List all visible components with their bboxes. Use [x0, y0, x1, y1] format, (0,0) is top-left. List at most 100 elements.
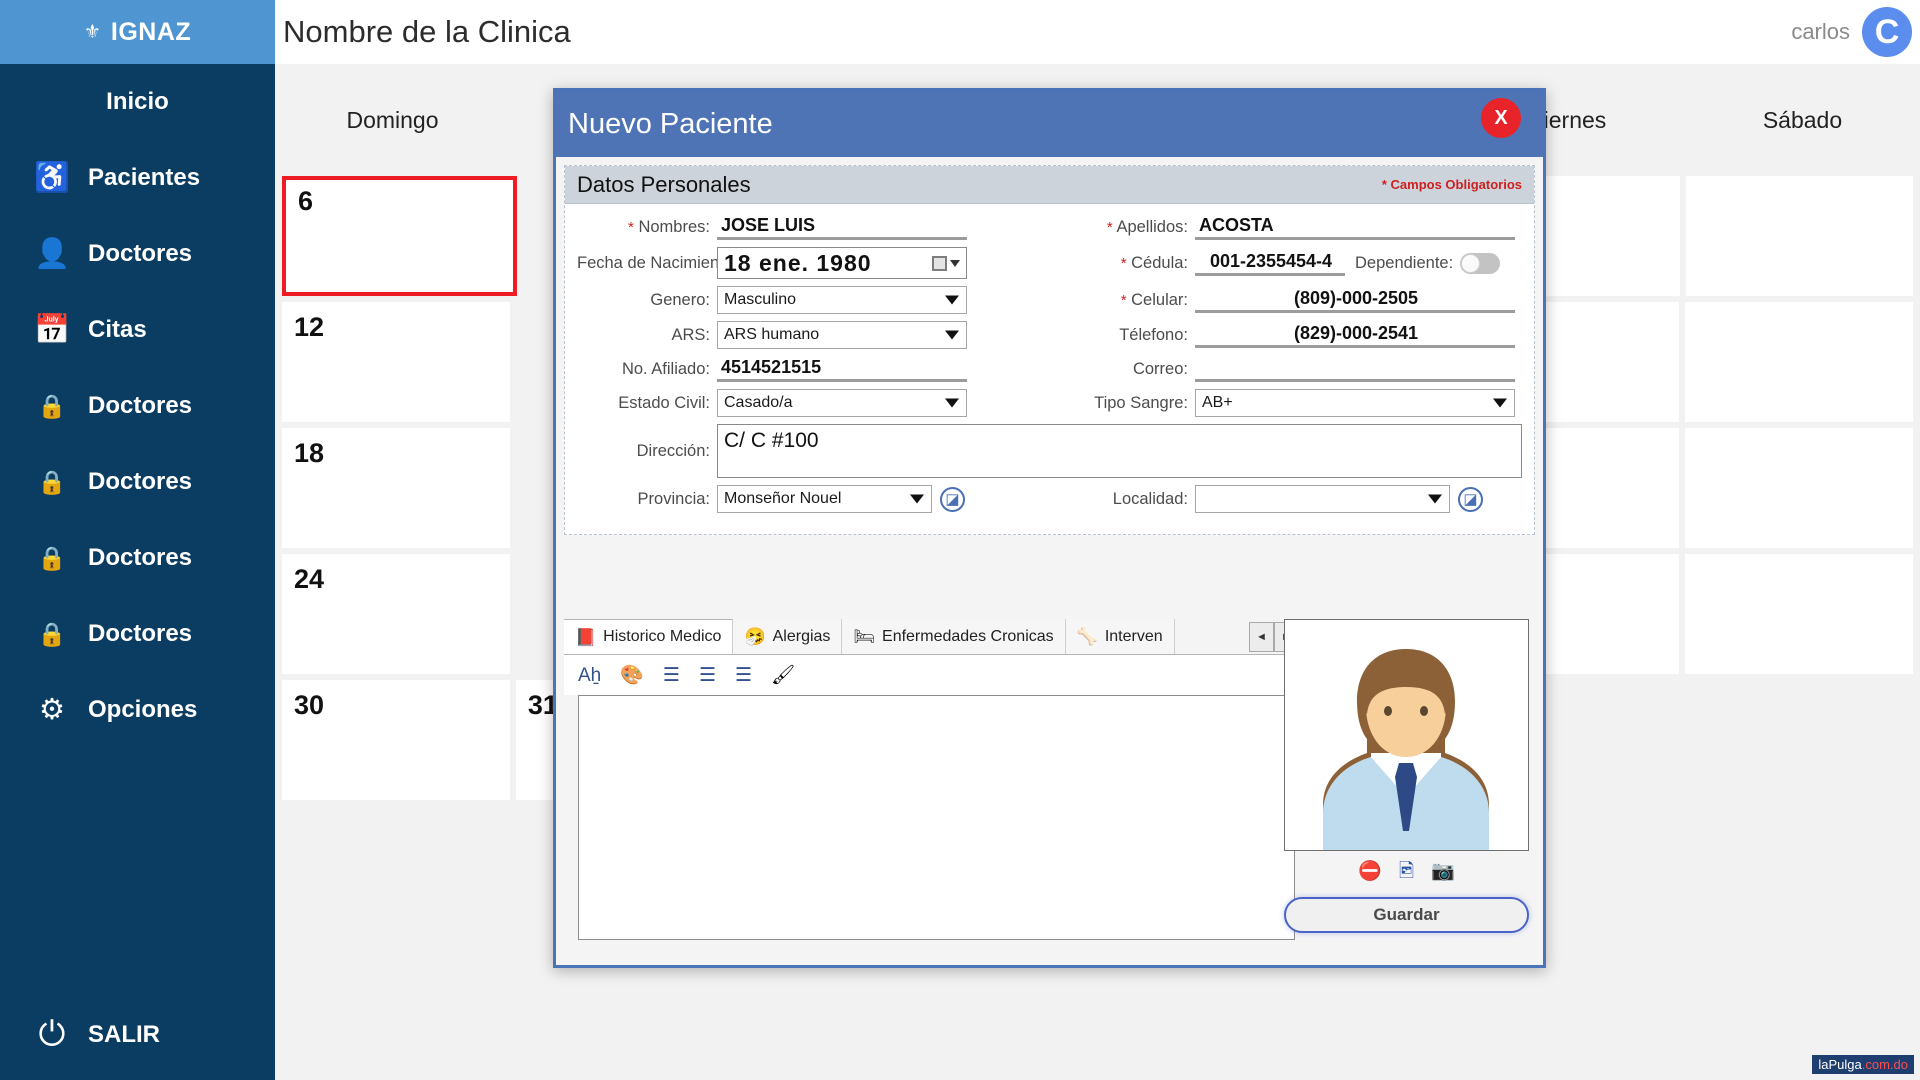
sidebar-item-citas[interactable]: 📅 Citas — [0, 292, 275, 368]
required-star-icon: * — [1120, 254, 1127, 272]
tab-intervenciones[interactable]: 🦴 Interven — [1065, 619, 1175, 654]
provincia-edit-icon[interactable]: ◪ — [940, 486, 965, 512]
chevron-down-icon — [945, 295, 959, 305]
dna-bone-icon: 🦴 — [1076, 627, 1098, 646]
user-menu[interactable]: carlos C — [1791, 7, 1920, 57]
form-grid: * Nombres: * Apellidos: Fecha de Nacimie… — [565, 204, 1534, 534]
lock-icon: 🔒 — [37, 620, 67, 647]
top-header: Nombre de la Clinica carlos C — [275, 0, 1920, 64]
avatar: C — [1862, 7, 1912, 57]
cedula-label: * Cédula: — [1120, 253, 1188, 272]
watermark-domain: .com.do — [1861, 1057, 1908, 1072]
watermark: laPulga.com.do — [1812, 1055, 1914, 1074]
logout-button[interactable]: ⏻ SALIR — [0, 1015, 160, 1054]
correo-input[interactable] — [1195, 356, 1515, 382]
toggle-knob — [1461, 253, 1481, 273]
tab-label: Interven — [1104, 627, 1163, 645]
genero-value: Masculino — [724, 291, 797, 308]
estado-civil-value: Casado/a — [724, 394, 793, 411]
align-center-icon[interactable]: ☰ — [699, 666, 716, 685]
apellidos-input[interactable] — [1195, 214, 1515, 240]
calendar-day-cell[interactable]: 6 — [282, 176, 517, 296]
telefono-input[interactable] — [1195, 322, 1515, 348]
form-row-afiliado-correo: No. Afiliado: Correo: — [577, 356, 1522, 382]
editor-toolbar: Aẖ 🎨 ☰ ☰ ☰ 🖌 — [564, 655, 1299, 695]
calendar-day-cell[interactable]: 30 — [282, 680, 510, 800]
calendar-day-cell[interactable] — [1685, 302, 1914, 422]
sidebar-item-inicio[interactable]: Inicio — [0, 64, 275, 140]
calendar-day-cell[interactable]: 12 — [282, 302, 510, 422]
sidebar-item-label: Doctores — [88, 392, 193, 419]
highlighter-icon[interactable]: 🖌 — [771, 666, 795, 685]
save-button[interactable]: Guardar — [1284, 897, 1529, 933]
dependiente-toggle[interactable] — [1460, 252, 1501, 274]
localidad-edit-icon[interactable]: ◪ — [1458, 486, 1483, 512]
nombres-label: * Nombres: — [628, 217, 710, 236]
fecha-nacimiento-label: Fecha de Nacimiento: — [577, 253, 738, 272]
form-row-ars-telefono: ARS: ARS humano Télefono: — [577, 321, 1522, 349]
patient-photo-frame[interactable] — [1284, 619, 1529, 851]
tab-prev-button[interactable]: ◄ — [1249, 621, 1274, 652]
estado-civil-label: Estado Civil: — [618, 393, 710, 412]
lock-icon: 🔒 — [37, 392, 67, 419]
ars-select[interactable]: ARS humano — [717, 321, 967, 349]
sidebar-item-doctores-locked-2[interactable]: 🔒 Doctores — [0, 444, 275, 520]
sidebar-item-doctores-locked-3[interactable]: 🔒 Doctores — [0, 520, 275, 596]
required-star-icon: * — [628, 218, 634, 236]
calendar-day-cell[interactable]: 24 — [282, 554, 510, 674]
app-brand: ⚜ IGNAZ — [0, 0, 275, 64]
dialog-title: Nuevo Paciente — [568, 107, 773, 140]
nombres-input[interactable] — [717, 214, 967, 240]
fecha-nacimiento-value: 18 ene. 1980 — [724, 249, 872, 276]
camera-icon[interactable]: 📷 — [1431, 862, 1455, 881]
align-right-icon[interactable]: ☰ — [735, 666, 752, 685]
genero-select[interactable]: Masculino — [717, 286, 967, 314]
tab-historico-medico[interactable]: 📕 Historico Medico — [564, 619, 734, 654]
telefono-label: Télefono: — [1119, 325, 1188, 344]
localidad-select[interactable] — [1195, 485, 1450, 513]
medical-tabs-panel: 📕 Historico Medico 🤧 Alergias 🛏 Enfermed… — [564, 619, 1299, 949]
form-row-provincia-localidad: Provincia: Monseñor Nouel ◪ Localidad: ◪ — [577, 485, 1522, 513]
sidebar-item-opciones[interactable]: ⚙ Opciones — [0, 672, 275, 748]
direccion-textarea[interactable]: C/ C #100 — [717, 424, 1522, 478]
group-title: Datos Personales — [577, 171, 751, 197]
sidebar-item-label: Doctores — [88, 468, 193, 495]
tab-strip: 📕 Historico Medico 🤧 Alergias 🛏 Enfermed… — [564, 619, 1299, 655]
calendar-small-icon[interactable] — [932, 255, 947, 271]
logout-label: SALIR — [88, 1020, 160, 1048]
cedula-input[interactable] — [1195, 250, 1345, 276]
font-size-icon[interactable]: Aẖ — [578, 666, 601, 685]
calendar-day-cell[interactable]: 18 — [282, 428, 510, 548]
sidebar-item-label: Doctores — [88, 620, 193, 647]
fecha-nacimiento-picker[interactable]: 18 ene. 1980 — [717, 247, 967, 279]
close-button[interactable]: X — [1481, 98, 1521, 138]
calendar-day-cell[interactable] — [1685, 554, 1914, 674]
sidebar-item-doctores[interactable]: 👤 Doctores — [0, 216, 275, 292]
no-afiliado-input[interactable] — [717, 356, 967, 382]
sidebar-item-label: Citas — [88, 316, 147, 343]
chevron-down-icon[interactable] — [950, 259, 960, 267]
form-row-nombres: * Nombres: * Apellidos: — [577, 214, 1522, 240]
nuevo-paciente-dialog: Nuevo Paciente X Datos Personales * Camp… — [553, 88, 1546, 968]
align-left-icon[interactable]: ☰ — [663, 666, 680, 685]
photo-action-bar: ⛔ 🖻 📷 — [1284, 851, 1529, 891]
color-palette-icon[interactable]: 🎨 — [620, 666, 644, 685]
calendar-day-cell[interactable] — [1685, 428, 1914, 548]
historico-medico-editor[interactable] — [578, 695, 1295, 940]
remove-photo-icon[interactable]: ⛔ — [1358, 862, 1382, 881]
chevron-down-icon — [1428, 494, 1442, 504]
estado-civil-select[interactable]: Casado/a — [717, 389, 967, 417]
tab-label: Historico Medico — [603, 628, 722, 645]
sidebar-item-pacientes[interactable]: ♿ Pacientes — [0, 140, 275, 216]
tipo-sangre-value: AB+ — [1202, 394, 1233, 411]
sidebar-item-doctores-locked-1[interactable]: 🔒 Doctores — [0, 368, 275, 444]
tab-alergias[interactable]: 🤧 Alergias — [733, 619, 843, 654]
calendar-day-cell[interactable] — [1686, 176, 1914, 296]
sidebar-item-doctores-locked-4[interactable]: 🔒 Doctores — [0, 596, 275, 672]
tab-enfermedades-cronicas[interactable]: 🛏 Enfermedades Cronicas — [842, 619, 1066, 654]
browse-image-icon[interactable]: 🖻 — [1399, 862, 1414, 881]
tipo-sangre-select[interactable]: AB+ — [1195, 389, 1515, 417]
calendar-day-cell[interactable] — [1685, 680, 1914, 800]
provincia-select[interactable]: Monseñor Nouel — [717, 485, 932, 513]
celular-input[interactable] — [1195, 287, 1515, 313]
